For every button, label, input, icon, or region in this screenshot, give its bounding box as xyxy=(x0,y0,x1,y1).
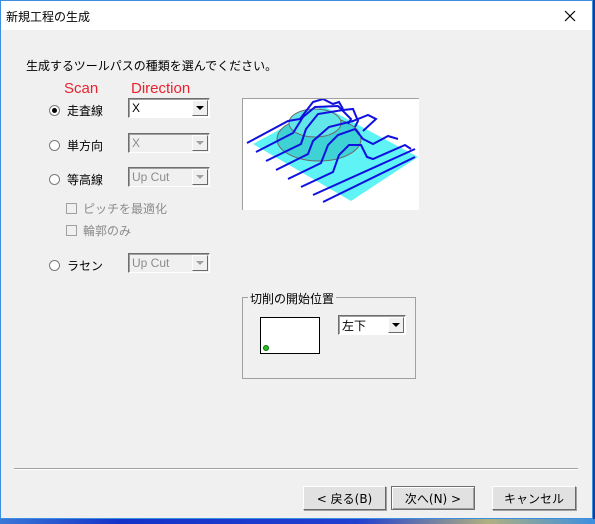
checkbox-outline-only[interactable]: 輪郭のみ xyxy=(66,222,131,239)
start-position-group: 切削の開始位置 左下 xyxy=(242,290,416,379)
dialog-window: 新規工程の生成 生成するツールパスの種類を選んでください。 Scan Direc… xyxy=(0,0,593,519)
direction-select-scanline[interactable]: X xyxy=(128,98,210,118)
select-value: X xyxy=(132,136,141,150)
radio-contour[interactable]: 等高線 xyxy=(49,171,103,188)
close-icon xyxy=(564,10,576,21)
cancel-button[interactable]: キャンセル xyxy=(492,486,576,510)
group-label: 切削の開始位置 xyxy=(248,290,337,307)
radio-label: 等高線 xyxy=(67,173,104,187)
checkbox[interactable] xyxy=(66,203,77,214)
dropdown-arrow-icon[interactable] xyxy=(192,100,208,116)
toolpath-preview-image xyxy=(246,97,418,203)
select-value: X xyxy=(132,101,141,115)
dropdown-arrow-icon[interactable] xyxy=(388,317,404,333)
direction-annotation: Direction xyxy=(131,80,191,97)
instruction-text: 生成するツールパスの種類を選んでください。 xyxy=(26,59,278,73)
radio-spiral[interactable]: ラセン xyxy=(49,257,103,274)
select-value: Up Cut xyxy=(132,170,170,184)
checkbox-label: ピッチを最適化 xyxy=(83,202,168,216)
start-position-select[interactable]: 左下 xyxy=(338,315,406,335)
radio-label: 走査線 xyxy=(67,104,104,118)
direction-select-spiral[interactable]: Up Cut xyxy=(128,253,210,273)
radio-button[interactable] xyxy=(49,260,60,271)
checkbox-optimize-pitch[interactable]: ピッチを最適化 xyxy=(66,200,167,217)
dropdown-arrow-icon[interactable] xyxy=(192,135,208,151)
separator xyxy=(14,468,578,470)
scan-annotation: Scan xyxy=(64,80,99,97)
direction-select-contour[interactable]: Up Cut xyxy=(128,167,210,187)
direction-select-one-way[interactable]: X xyxy=(128,133,210,153)
title-bar: 新規工程の生成 xyxy=(1,1,592,30)
radio-label: ラセン xyxy=(67,259,104,273)
window-title: 新規工程の生成 xyxy=(6,10,91,24)
start-position-diagram xyxy=(260,317,320,354)
radio-selected-dot xyxy=(52,108,57,113)
radio-one-way[interactable]: 単方向 xyxy=(49,137,103,154)
background-desktop xyxy=(0,519,595,524)
radio-button[interactable] xyxy=(49,140,60,151)
checkbox[interactable] xyxy=(66,225,77,236)
checkbox-label: 輪郭のみ xyxy=(83,224,132,238)
toolpath-preview xyxy=(242,97,419,210)
next-button[interactable]: 次へ(N) > xyxy=(391,486,475,510)
select-value: 左下 xyxy=(342,318,367,333)
radio-button[interactable] xyxy=(49,174,60,185)
dropdown-arrow-icon[interactable] xyxy=(192,255,208,271)
back-button[interactable]: < 戻る(B) xyxy=(303,486,386,510)
radio-label: 単方向 xyxy=(67,139,104,153)
start-point-marker xyxy=(263,345,269,351)
select-value: Up Cut xyxy=(132,256,170,270)
close-button[interactable] xyxy=(548,1,592,30)
dropdown-arrow-icon[interactable] xyxy=(192,169,208,185)
radio-button[interactable] xyxy=(49,105,60,116)
radio-scanline[interactable]: 走査線 xyxy=(49,102,103,119)
